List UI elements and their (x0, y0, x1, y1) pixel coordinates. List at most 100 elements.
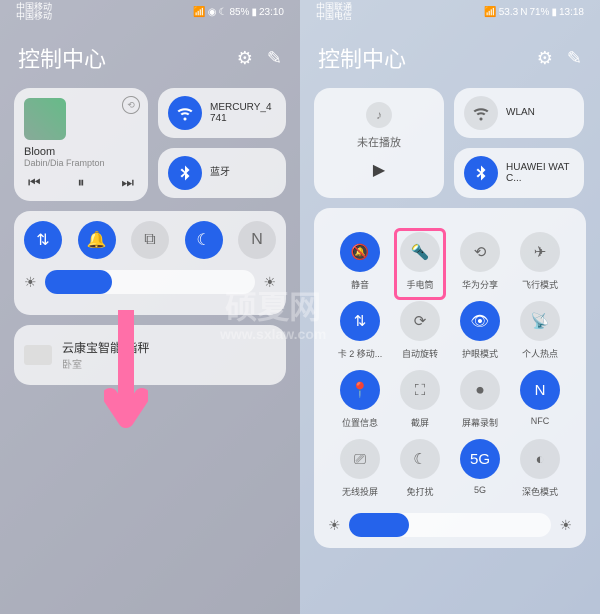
dnd-icon: ☾ (400, 439, 440, 479)
album-art (24, 98, 66, 140)
play-button[interactable]: ▶ (324, 160, 434, 180)
bt-toggle[interactable]: 蓝牙 (158, 148, 286, 198)
toggle-label: 免打扰 (406, 485, 433, 498)
cast-icon[interactable]: ⟲ (122, 96, 140, 114)
page-title: 控制中心 (318, 42, 406, 74)
toggle-label: 个人热点 (522, 347, 558, 360)
bluetooth-icon (168, 156, 202, 190)
toggle-label: 飞行模式 (522, 278, 558, 291)
toggle-eye[interactable]: 👁护眼模式 (452, 301, 508, 360)
prev-button[interactable]: ⏮ (28, 174, 41, 191)
brightness-slider[interactable]: ☀ ☀ (24, 269, 276, 295)
share-icon: ⟲ (460, 232, 500, 272)
toggle-share[interactable]: ⟲ 华为分享 (452, 232, 508, 291)
toggle-label: 位置信息 (342, 416, 378, 429)
wifi-icon (464, 96, 498, 130)
data-icon: ⇅ (340, 301, 380, 341)
now-playing: 未在播放 (324, 134, 434, 150)
toggle-dnd[interactable]: ☾ 免打扰 (392, 439, 448, 498)
rotate-icon: ⟳ (400, 301, 440, 341)
music-icon: ♪ (366, 102, 392, 128)
brightness-slider[interactable]: ☀ ☀ (328, 512, 572, 538)
data-toggle[interactable]: ⇅ (24, 221, 62, 259)
toggle-torch[interactable]: 🔦手电筒 (392, 232, 448, 291)
clock: 13:18 (559, 7, 584, 18)
device-card[interactable]: 云康宝智能 指秤 卧室 (14, 325, 286, 385)
loc-icon: 📍 (340, 370, 380, 410)
sun-high-icon: ☀ (559, 517, 572, 534)
music-card[interactable]: ♪ 未在播放 ▶ (314, 88, 444, 198)
moon-icon: ☾ (218, 7, 227, 18)
wifi-toggle[interactable]: WLAN (454, 88, 584, 138)
wifi-icon (168, 96, 202, 130)
toggle-label: 屏幕录制 (462, 416, 498, 429)
dnd-toggle[interactable]: ☾ (185, 221, 223, 259)
toggle-label: 护眼模式 (462, 347, 498, 360)
toggles-grid: 🔕 静音 🔦手电筒 ⟲ 华为分享 ✈飞行模式 ⇅ 卡 2 移动... ⟳自动旋转👁护眼模式 📡 个人… (314, 208, 586, 548)
toggle-label: 截屏 (411, 416, 429, 429)
wifi-name: WLAN (506, 107, 535, 119)
hotspot-icon: 📡 (520, 301, 560, 341)
nfc-icon: N (520, 7, 527, 18)
toggle-bell[interactable]: 🔕 静音 (332, 232, 388, 291)
nfc-toggle[interactable]: N (238, 221, 276, 259)
bluetooth-icon (464, 156, 498, 190)
toggle-cast[interactable]: ⎚ 无线投屏 (332, 439, 388, 498)
toggle-nfc[interactable]: NNFC (512, 370, 568, 429)
carrier-2: 中国电信 (316, 12, 352, 21)
track-artist: Dabin/Dia Frampton (24, 158, 138, 168)
net-speed: 53.3 (499, 7, 518, 18)
page-title: 控制中心 (18, 42, 106, 74)
bell-icon: 🔕 (340, 232, 380, 272)
sound-toggle[interactable]: 🔔 (78, 221, 116, 259)
device-room: 卧室 (62, 356, 149, 371)
pause-button[interactable]: ⏸ (78, 174, 85, 191)
scale-icon (24, 345, 52, 365)
edit-icon[interactable]: ✎ (567, 48, 582, 69)
music-card[interactable]: ⟲ Bloom Dabin/Dia Frampton ⏮ ⏸ ⏭ (14, 88, 148, 201)
sun-high-icon: ☀ (263, 274, 276, 291)
phone-right: 中国联通 中国电信 📶 53.3 N 71% ▮ 13:18 控制中心 ⚙ ✎ … (300, 0, 600, 614)
gear-icon[interactable]: ⚙ (237, 48, 253, 69)
5g-icon: 5G (460, 439, 500, 479)
toggle-label: 无线投屏 (342, 485, 378, 498)
clock: 23:10 (259, 7, 284, 18)
battery-pct: 71% (529, 7, 549, 18)
shot-icon: ⛶ (400, 370, 440, 410)
battery-icon: ▮ (551, 7, 557, 18)
sun-low-icon: ☀ (24, 274, 37, 291)
phone-left: 中国移动 中国移动 📶 ◉ ☾ 85% ▮ 23:10 控制中心 ⚙ ✎ ⟲ B… (0, 0, 300, 614)
carrier-2: 中国移动 (16, 12, 52, 21)
gear-icon[interactable]: ⚙ (537, 48, 553, 69)
battery-pct: 85% (229, 7, 249, 18)
toggle-plane[interactable]: ✈飞行模式 (512, 232, 568, 291)
toggle-label: 手电筒 (406, 278, 433, 291)
toggle-loc[interactable]: 📍 位置信息 (332, 370, 388, 429)
edit-icon[interactable]: ✎ (267, 48, 282, 69)
toggles-row: ⇅ 🔔 ⧉ ☾ N (24, 221, 276, 259)
toggle-rotate[interactable]: ⟳自动旋转 (392, 301, 448, 360)
toggle-label: 卡 2 移动... (338, 347, 383, 360)
toggle-label: 静音 (351, 278, 369, 291)
toggle-5g[interactable]: 5G 5G (452, 439, 508, 498)
link-toggle[interactable]: ⧉ (131, 221, 169, 259)
toggle-dark[interactable]: ◐ 深色模式 (512, 439, 568, 498)
dark-icon: ◐ (520, 439, 560, 479)
bt-toggle[interactable]: HUAWEI WATC... (454, 148, 584, 198)
toggle-label: 深色模式 (522, 485, 558, 498)
track-title: Bloom (24, 146, 138, 158)
rec-icon: ⏺ (460, 370, 500, 410)
status-bar: 中国联通 中国电信 📶 53.3 N 71% ▮ 13:18 (314, 0, 586, 24)
wifi-toggle[interactable]: MERCURY_4741 (158, 88, 286, 138)
sun-low-icon: ☀ (328, 517, 341, 534)
toggle-hotspot[interactable]: 📡 个人热点 (512, 301, 568, 360)
next-button[interactable]: ⏭ (121, 174, 134, 191)
cast-icon: ⎚ (340, 439, 380, 479)
signal-icon: 📶 (193, 7, 205, 18)
toggle-rec[interactable]: ⏺ 屏幕录制 (452, 370, 508, 429)
bt-name: HUAWEI WATC... (506, 162, 574, 185)
toggle-label: 5G (474, 485, 486, 495)
toggle-shot[interactable]: ⛶ 截屏 (392, 370, 448, 429)
toggle-data[interactable]: ⇅ 卡 2 移动... (332, 301, 388, 360)
toggle-label: 华为分享 (462, 278, 498, 291)
